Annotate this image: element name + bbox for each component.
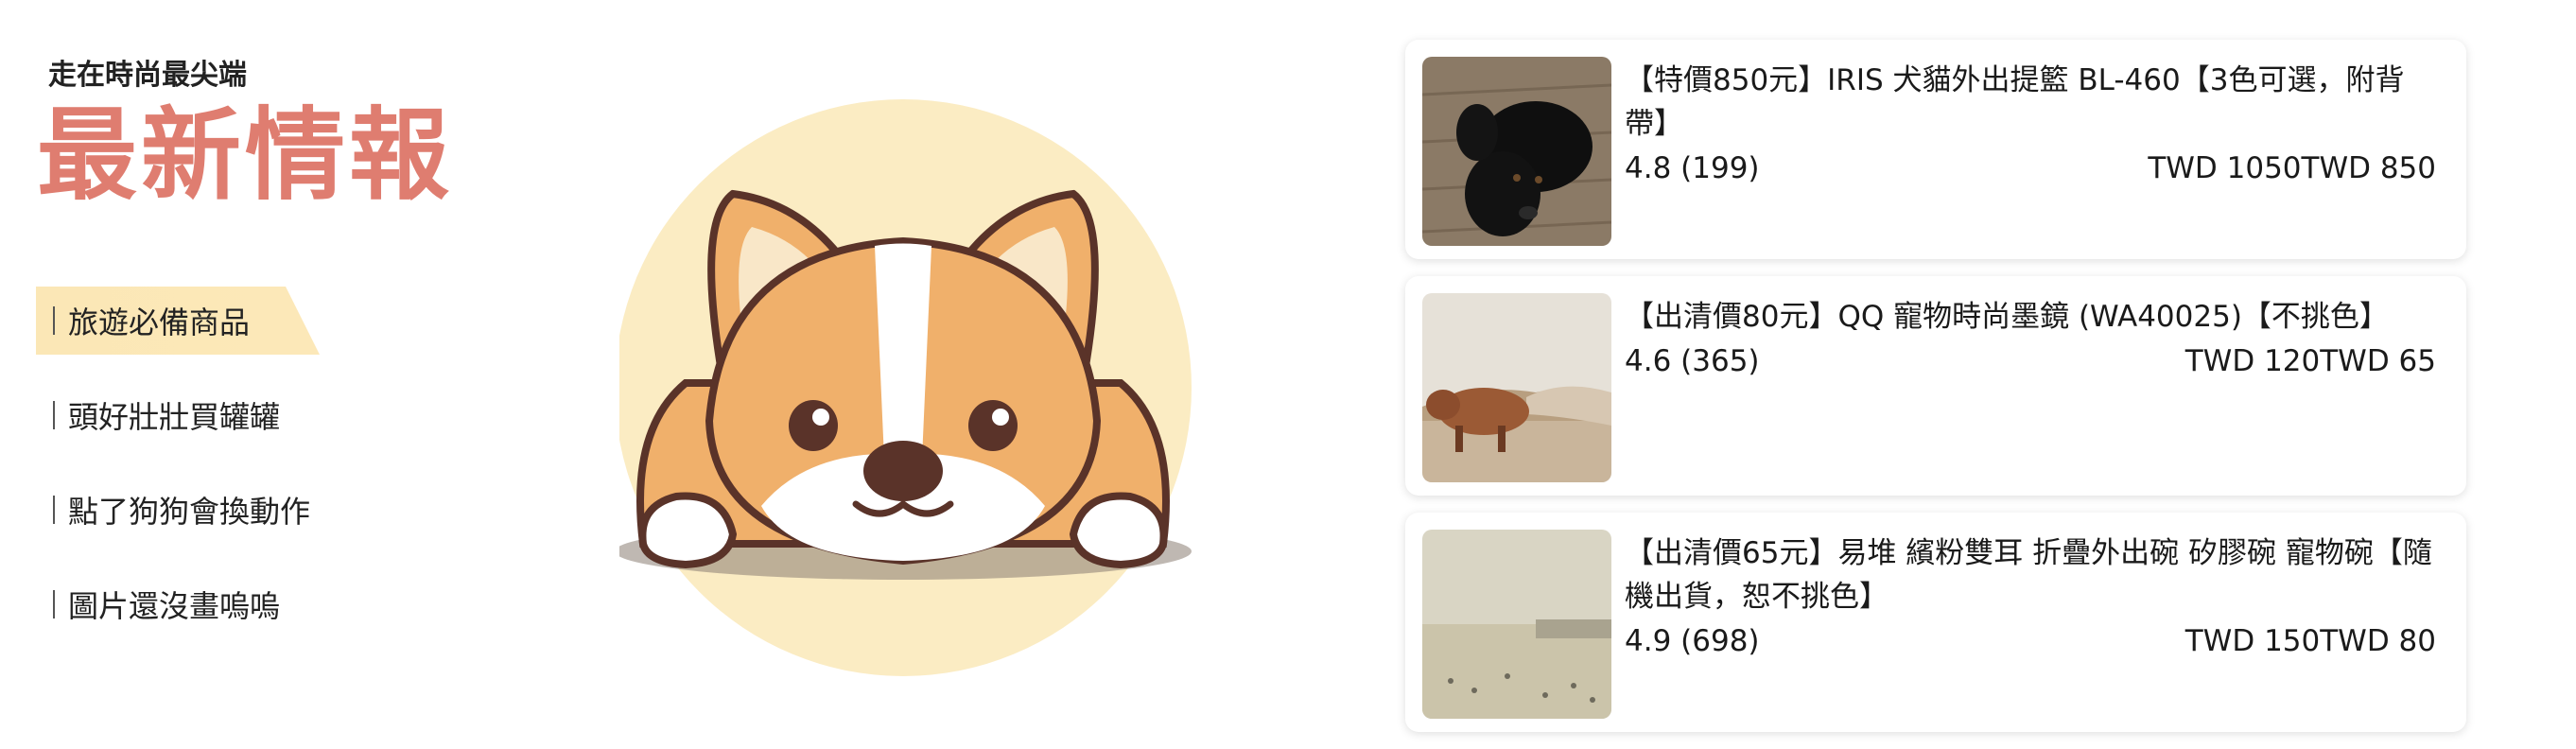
nav-item-label: 點了狗狗會換動作 bbox=[68, 494, 311, 530]
tagline: 走在時尚最尖端 bbox=[48, 59, 247, 92]
product-thumbnail-black-dog[interactable] bbox=[1422, 57, 1611, 246]
product-thumbnail-beach[interactable] bbox=[1422, 530, 1611, 719]
category-nav: 旅遊必備商品 頭好壯壯買罐罐 點了狗狗會換動作 圖片還沒畫嗚嗚 bbox=[36, 287, 320, 665]
nav-item-label: 圖片還沒畫嗚嗚 bbox=[68, 588, 281, 624]
product-price: TWD 1050TWD 850 bbox=[2148, 151, 2436, 185]
product-name[interactable]: 【特價850元】IRIS 犬貓外出提籃 BL-460【3色可選，附背帶】 bbox=[1625, 59, 2438, 146]
corgi-illustration[interactable] bbox=[615, 99, 1206, 683]
nav-item-undrawn[interactable]: 圖片還沒畫嗚嗚 bbox=[36, 570, 320, 638]
nav-divider bbox=[53, 401, 55, 429]
product-rating: 4.6 (365) bbox=[1625, 344, 1760, 378]
nav-item-label: 頭好壯壯買罐罐 bbox=[68, 399, 281, 435]
nav-divider bbox=[53, 496, 55, 524]
product-card[interactable]: 【出清價80元】QQ 寵物時尚墨鏡 (WA40025)【不挑色】 4.6 (36… bbox=[1405, 276, 2466, 496]
product-card[interactable]: 【特價850元】IRIS 犬貓外出提籃 BL-460【3色可選，附背帶】 4.8… bbox=[1405, 40, 2466, 259]
product-price: TWD 150TWD 80 bbox=[2184, 624, 2436, 658]
nav-item-travel[interactable]: 旅遊必備商品 bbox=[36, 287, 320, 355]
nav-item-label: 旅遊必備商品 bbox=[68, 305, 251, 340]
product-name[interactable]: 【出清價65元】易堆 繽粉雙耳 折疊外出碗 矽膠碗 寵物碗【隨機出貨，恕不挑色】 bbox=[1625, 531, 2438, 618]
product-card[interactable]: 【出清價65元】易堆 繽粉雙耳 折疊外出碗 矽膠碗 寵物碗【隨機出貨，恕不挑色】… bbox=[1405, 513, 2466, 732]
nav-item-dog-action[interactable]: 點了狗狗會換動作 bbox=[36, 476, 320, 544]
product-list: 【特價850元】IRIS 犬貓外出提籃 BL-460【3色可選，附背帶】 4.8… bbox=[1405, 40, 2466, 749]
product-rating: 4.9 (698) bbox=[1625, 624, 1760, 658]
product-name[interactable]: 【出清價80元】QQ 寵物時尚墨鏡 (WA40025)【不挑色】 bbox=[1625, 295, 2438, 339]
nav-divider bbox=[53, 590, 55, 618]
nav-item-cans[interactable]: 頭好壯壯買罐罐 bbox=[36, 381, 320, 449]
product-thumbnail-highland-cow[interactable] bbox=[1422, 293, 1611, 482]
nav-divider bbox=[53, 306, 55, 335]
product-price: TWD 120TWD 65 bbox=[2184, 344, 2436, 378]
product-rating: 4.8 (199) bbox=[1625, 151, 1760, 185]
page-title: 最新情報 bbox=[37, 97, 453, 214]
